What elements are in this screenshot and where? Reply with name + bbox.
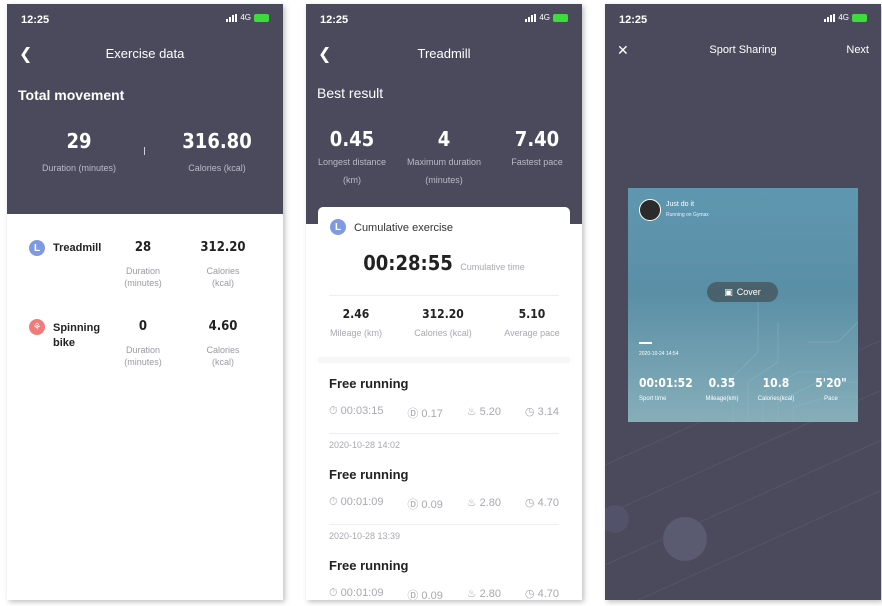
signal-icon xyxy=(226,13,238,22)
treadmill-screen: 12:25 4G ❮ Treadmill Best result 0.45 Lo… xyxy=(306,4,582,600)
run-record[interactable]: Free running ⏱ 00:01:09 Ⓓ 0.09 ♨ 2.80 ◷ … xyxy=(329,467,559,541)
pace: 5'20" xyxy=(815,376,847,390)
run-record[interactable]: Free running ⏱ 00:03:15 Ⓓ 0.17 ♨ 5.20 ◷ … xyxy=(329,376,559,450)
card-title: Cumulative exercise xyxy=(354,222,454,234)
divider xyxy=(144,147,145,155)
network-label: 4G xyxy=(838,13,849,22)
calories-value: 312.20 xyxy=(422,307,464,321)
best-duration: 4 Maximum duration (minutes) xyxy=(406,127,482,185)
exercise-data-screen: 12:25 4G ❮ Exercise data Total movement … xyxy=(7,4,283,600)
section-title: Total movement xyxy=(18,87,125,103)
cumulative-time: 00:28:55 xyxy=(363,251,453,275)
header-panel xyxy=(306,4,582,224)
pace-value: 5.10 xyxy=(518,307,546,321)
camera-icon: ▣ xyxy=(724,286,733,297)
battery-icon xyxy=(553,13,568,22)
pace-icon: ◷ xyxy=(524,406,535,418)
run-record[interactable]: Free running ⏱ 00:01:09 Ⓓ 0.09 ♨ 2.80 ◷ … xyxy=(329,558,559,600)
status-time: 12:25 xyxy=(320,14,349,26)
signal-icon xyxy=(525,13,537,22)
total-duration: 29 Duration (minutes) xyxy=(41,129,117,173)
subtitle: Running on Gymax xyxy=(666,212,709,218)
flame-icon: ♨ xyxy=(466,497,477,509)
item-calories: 4.60 xyxy=(208,319,238,334)
battery-icon xyxy=(852,13,867,22)
flame-icon: ♨ xyxy=(466,588,477,600)
status-bar: 12:25 4G xyxy=(605,4,881,34)
pace-icon: ◷ xyxy=(524,588,535,600)
calories: 10.8 xyxy=(762,376,790,390)
header-panel xyxy=(7,4,283,214)
spinning-bike-icon: ⚘ xyxy=(29,319,45,335)
best-distance: 0.45 Longest distance (km) xyxy=(317,127,387,185)
mileage: 0.35 xyxy=(708,376,736,390)
next-button[interactable]: Next xyxy=(846,44,869,56)
page-title: Treadmill xyxy=(417,46,471,61)
run-date: 2020-10-28 13:39 xyxy=(329,524,559,541)
status-bar: 12:25 4G xyxy=(306,4,582,34)
share-date: 2020-10-24 14:54 xyxy=(639,351,679,357)
sport-time: 00:01:52 xyxy=(639,376,693,390)
item-calories: 312.20 xyxy=(200,240,246,255)
sport-sharing-screen: 12:25 4G ✕ Sport Sharing Next Just do it… xyxy=(605,4,881,600)
treadmill-icon: L xyxy=(29,240,45,256)
clock-icon: ⏱ xyxy=(329,587,338,599)
divider xyxy=(639,342,652,344)
clock-icon: ⏱ xyxy=(329,496,338,508)
item-duration: 0 xyxy=(138,319,148,334)
distance-icon: Ⓓ xyxy=(407,408,419,420)
section-title: Best result xyxy=(317,85,384,101)
status-time: 12:25 xyxy=(619,14,648,26)
item-name: Spinning bike xyxy=(53,322,101,349)
avatar xyxy=(639,199,661,221)
mileage-value: 2.46 xyxy=(342,307,370,321)
distance-icon: Ⓓ xyxy=(407,590,419,600)
battery-icon xyxy=(254,13,269,22)
clock-icon: ⏱ xyxy=(329,405,338,417)
run-date: 2020-10-28 14:02 xyxy=(329,433,559,450)
signal-icon xyxy=(824,13,836,22)
distance-icon: Ⓓ xyxy=(407,499,419,511)
page-title: Exercise data xyxy=(105,46,185,61)
flame-icon: ♨ xyxy=(466,406,477,418)
slogan: Just do it xyxy=(666,201,695,208)
best-pace: 7.40 Fastest pace xyxy=(511,127,563,167)
network-label: 4G xyxy=(539,13,550,22)
network-label: 4G xyxy=(240,13,251,22)
total-calories: 316.80 Calories (kcal) xyxy=(182,129,252,173)
item-name: Treadmill xyxy=(53,242,102,254)
item-duration: 28 xyxy=(134,240,152,255)
status-time: 12:25 xyxy=(21,14,50,26)
pace-icon: ◷ xyxy=(524,497,535,509)
treadmill-icon: L xyxy=(330,219,346,235)
cover-button[interactable]: ▣ Cover xyxy=(707,282,778,302)
page-title: Sport Sharing xyxy=(709,44,777,56)
divider xyxy=(329,295,559,296)
status-bar: 12:25 4G xyxy=(7,4,283,34)
share-card: Just do it Running on Gymax ▣ Cover 2020-… xyxy=(628,188,858,422)
